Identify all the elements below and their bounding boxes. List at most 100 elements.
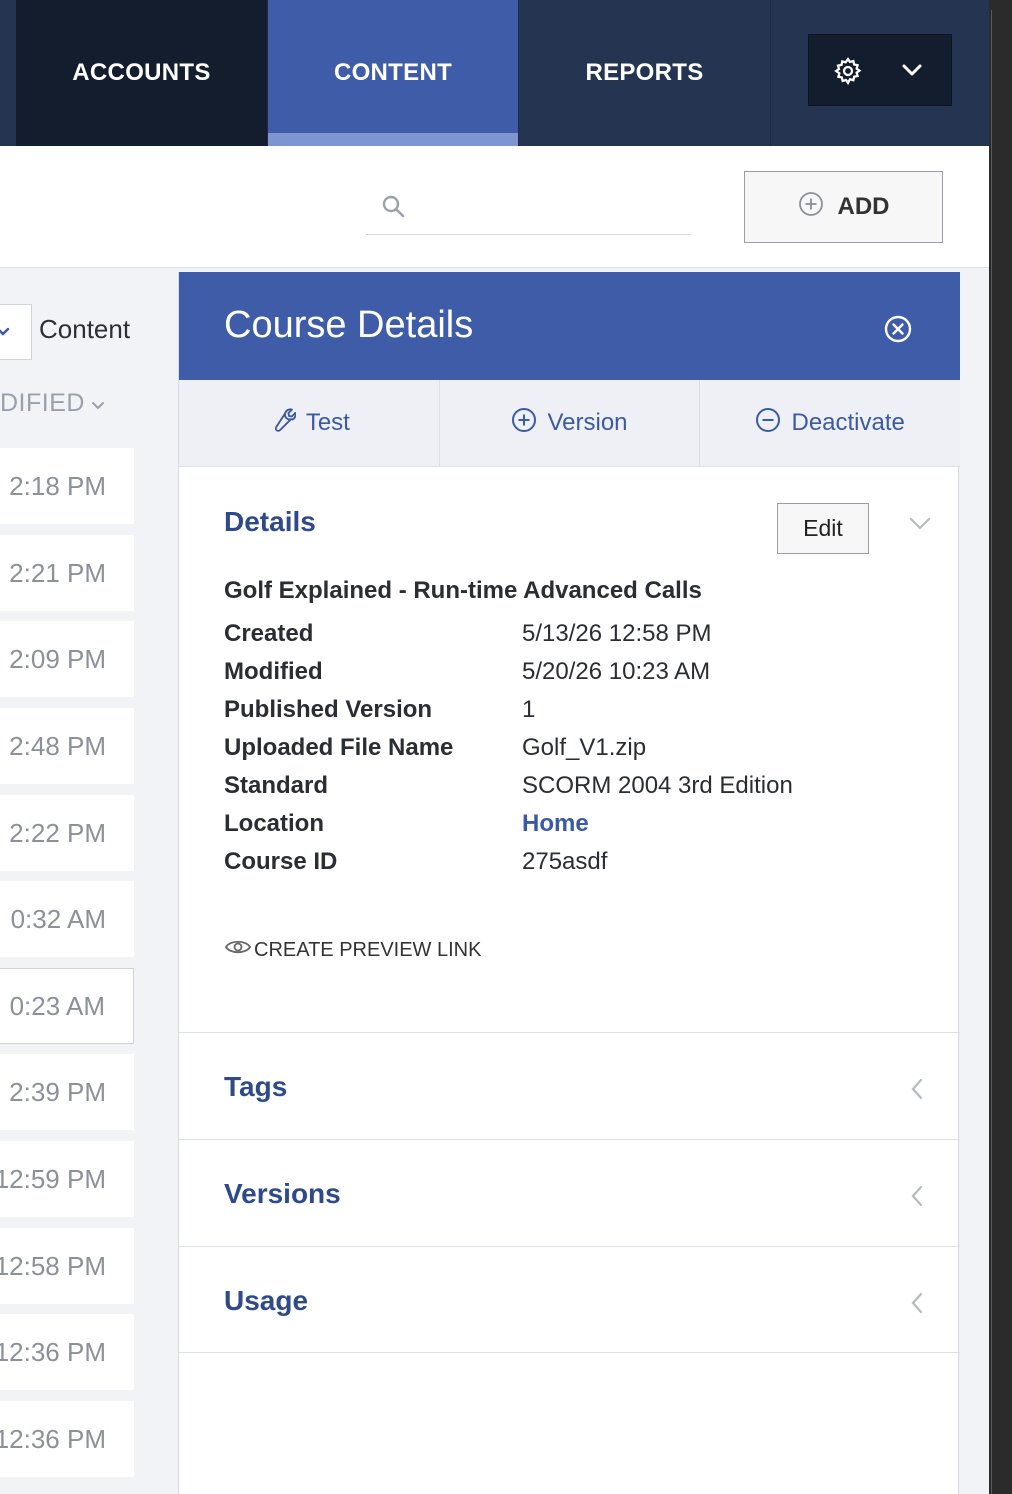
list-item[interactable]: 2:22 PM [0,795,134,871]
detail-value: Golf_V1.zip [522,734,647,761]
chevron-left-icon [909,1291,925,1320]
list-item[interactable]: 2:18 PM [0,448,134,524]
chevron-down-icon[interactable] [908,516,932,537]
list-item-time: 2:18 PM [9,470,106,501]
column-header-label: DIFIED [0,389,85,417]
chevron-down-icon [0,325,10,344]
panel-title: Course Details [224,304,474,346]
test-button[interactable]: Test [179,380,440,466]
list-item[interactable]: 2:09 PM [0,621,134,697]
list-item[interactable]: 12:36 PM [0,1314,134,1390]
versions-section[interactable]: Versions [179,1139,960,1246]
add-button[interactable]: ADD [744,171,943,243]
detail-value: 1 [522,696,536,723]
deactivate-button-label: Deactivate [791,409,905,436]
list-item[interactable]: 12:59 PM [0,1141,134,1217]
course-details-panel: Course Details Test Version Deactivate D… [178,272,960,1494]
location-link[interactable]: Home [522,810,589,838]
chevron-left-icon [909,1184,925,1213]
create-preview-link-label: CREATE PREVIEW LINK [254,938,482,961]
detail-row-published-version: Published Version 1 [224,696,924,734]
nav-left-strip [0,0,16,146]
test-button-label: Test [305,409,350,436]
list-item-time: 2:48 PM [9,730,106,761]
sort-chevron-icon [91,389,105,418]
list-item-time: 12:36 PM [0,1423,106,1454]
active-tab-indicator [268,133,518,146]
chevron-down-icon [901,62,923,83]
panel-header: Course Details [179,272,960,380]
edit-button-label: Edit [803,515,843,541]
detail-value: 275asdf [522,848,608,875]
list-item-time: 2:22 PM [9,817,106,848]
wrench-icon [268,406,297,441]
list-item-time: 0:23 AM [9,990,105,1021]
content-list: Content DIFIED 2:18 PM 2:21 PM 2:09 PM 2… [0,268,178,1494]
list-item[interactable]: 2:48 PM [0,708,134,784]
detail-row-modified: Modified 5/20/26 10:23 AM [224,658,924,696]
course-name: Golf Explained - Run-time Advanced Calls [224,577,702,604]
list-item[interactable]: 12:36 PM [0,1401,134,1477]
list-item-time: 12:36 PM [0,1336,106,1367]
tab-content-label: CONTENT [333,59,453,86]
detail-value: SCORM 2004 3rd Edition [522,772,793,799]
detail-label: Course ID [224,848,338,875]
minus-circle-icon [755,407,781,440]
usage-section[interactable]: Usage [179,1246,960,1353]
usage-section-title: Usage [224,1285,309,1316]
detail-row-uploaded-file-name: Uploaded File Name Golf_V1.zip [224,734,924,772]
deactivate-button[interactable]: Deactivate [700,380,960,466]
list-item[interactable]: 0:32 AM [0,881,134,957]
add-button-label: ADD [837,193,890,220]
list-item-time: 2:09 PM [9,643,106,674]
detail-row-course-id: Course ID 275asdf [224,848,924,886]
column-header-modified[interactable]: DIFIED [0,389,105,418]
tab-reports[interactable]: REPORTS [519,0,771,146]
detail-row-location: Location Home [224,810,924,848]
create-preview-link[interactable]: CREATE PREVIEW LINK [224,937,481,963]
list-item-selected[interactable]: 0:23 AM [0,968,134,1044]
version-button-label: Version [547,409,628,436]
detail-label: Created [224,620,314,647]
search-box [366,184,691,235]
window-edge-scrollbar[interactable] [989,0,1012,1494]
view-filter-dropdown[interactable] [0,304,32,360]
tags-section-title: Tags [224,1071,288,1102]
tags-section[interactable]: Tags [179,1032,960,1139]
search-icon [380,193,408,226]
tab-accounts[interactable]: ACCOUNTS [16,0,268,146]
search-input[interactable] [426,192,676,226]
tab-accounts-label: ACCOUNTS [72,59,211,86]
list-item[interactable]: 2:21 PM [0,535,134,611]
list-item[interactable]: 12:58 PM [0,1228,134,1304]
plus-circle-icon [511,407,537,440]
list-item-time: 2:39 PM [9,1076,106,1107]
detail-label: Location [224,810,324,837]
details-section-title: Details [224,506,316,537]
detail-label: Uploaded File Name [224,734,454,761]
versions-section-title: Versions [224,1178,341,1209]
tab-reports-label: REPORTS [585,59,704,86]
detail-label: Standard [224,772,329,799]
edit-button[interactable]: Edit [777,503,869,554]
list-item[interactable]: 2:39 PM [0,1054,134,1130]
chevron-left-icon [909,1077,925,1106]
detail-label: Published Version [224,696,433,723]
list-item-time: 12:58 PM [0,1250,106,1281]
version-button[interactable]: Version [440,380,701,466]
list-item-time: 0:32 AM [10,903,106,934]
detail-value: 5/13/26 12:58 PM [522,620,712,647]
close-icon[interactable] [883,314,913,349]
eye-icon [224,937,252,963]
app-page: ACCOUNTS CONTENT REPORTS ADD Content DIF… [0,0,989,1494]
plus-circle-icon [798,191,824,224]
top-navigation: ACCOUNTS CONTENT REPORTS [0,0,989,146]
detail-row-created: Created 5/13/26 12:58 PM [224,620,924,658]
tab-content[interactable]: CONTENT [268,0,519,146]
list-item-time: 2:21 PM [9,557,106,588]
settings-menu-button[interactable] [808,34,952,106]
gear-icon [833,56,863,91]
view-filter-label: Content [39,314,131,344]
panel-actions-bar: Test Version Deactivate [179,380,960,467]
detail-label: Modified [224,658,323,685]
